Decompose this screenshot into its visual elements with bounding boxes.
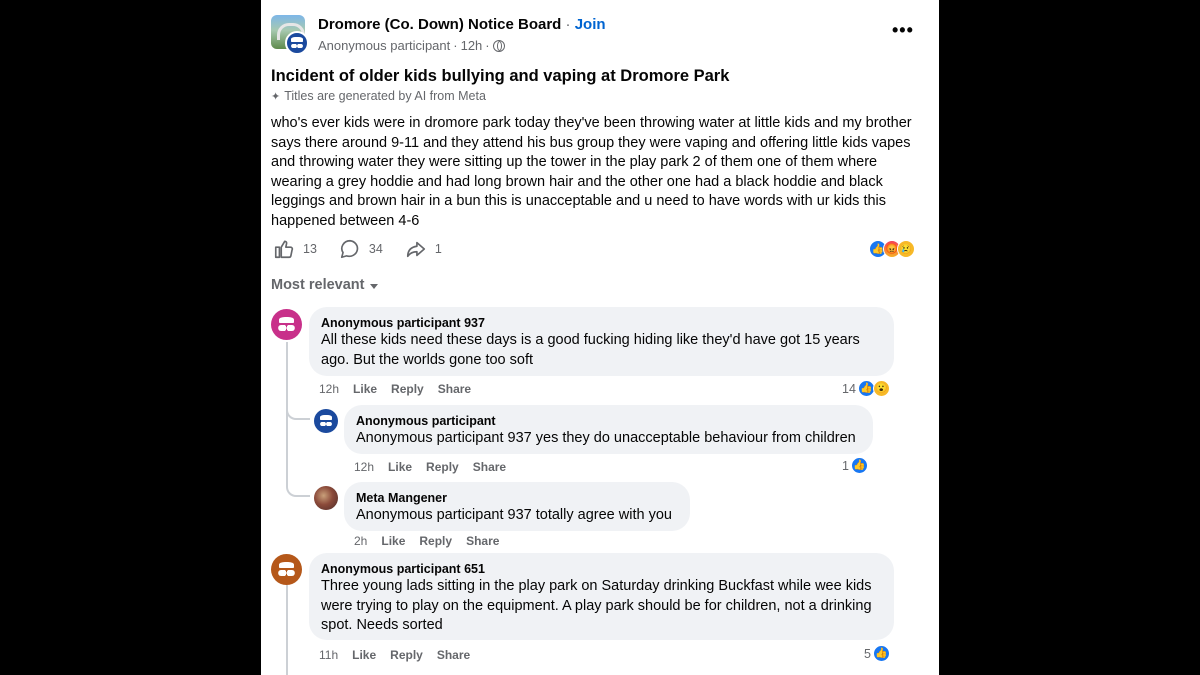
commenter-name[interactable]: Anonymous participant bbox=[356, 413, 861, 429]
thread-line bbox=[286, 585, 288, 675]
comment-bubble: Anonymous participant Anonymous particip… bbox=[344, 405, 873, 454]
comment-reply-button[interactable]: Reply bbox=[426, 460, 459, 474]
comment-like-button[interactable]: Like bbox=[353, 382, 377, 396]
comment-count: 34 bbox=[368, 242, 383, 256]
thread-connector bbox=[286, 400, 310, 420]
post-card: Dromore (Co. Down) Notice Board · Join A… bbox=[261, 0, 939, 675]
post-reactions[interactable]: 👍 😡 😢 bbox=[869, 240, 915, 258]
commenter-avatar[interactable] bbox=[271, 309, 302, 340]
comment-actions: 2h Like Reply Share bbox=[354, 534, 499, 548]
comment-bubble: Meta Mangener Anonymous participant 937 … bbox=[344, 482, 690, 531]
thumbs-up-icon bbox=[274, 240, 294, 259]
like-reaction-icon: 👍 bbox=[872, 645, 890, 662]
comment-text: Three young lads sitting in the play par… bbox=[321, 578, 872, 634]
like-count: 13 bbox=[303, 242, 317, 256]
comment-actions: 11h Like Reply Share bbox=[319, 648, 470, 662]
comment-share-button[interactable]: Share bbox=[438, 382, 471, 396]
commenter-name[interactable]: Meta Mangener bbox=[356, 490, 678, 506]
anonymous-icon bbox=[319, 414, 333, 428]
comment-reply-button[interactable]: Reply bbox=[391, 382, 424, 396]
comment-share-button[interactable]: Share bbox=[437, 648, 470, 662]
thread-connector bbox=[286, 460, 310, 497]
post-meta: Anonymous participant · 12h · bbox=[318, 38, 505, 53]
ai-title-note: ✦ Titles are generated by AI from Meta bbox=[271, 89, 486, 103]
comment-like-button[interactable]: Like bbox=[381, 534, 405, 548]
comment-reply-button[interactable]: Reply bbox=[419, 534, 452, 548]
anonymous-avatar-icon bbox=[285, 31, 309, 55]
post-body: who's ever kids were in dromore park tod… bbox=[271, 115, 912, 229]
sort-dropdown[interactable]: Most relevant bbox=[271, 277, 379, 293]
share-button[interactable]: 1 bbox=[405, 238, 442, 260]
comment-reply-button[interactable]: Reply bbox=[390, 648, 423, 662]
comment-text: Anonymous participant 937 yes they do un… bbox=[356, 430, 856, 446]
post-author: Anonymous participant bbox=[318, 38, 451, 53]
group-name-link[interactable]: Dromore (Co. Down) Notice Board bbox=[318, 16, 561, 33]
comment-reactions[interactable]: 1 👍 bbox=[842, 457, 868, 474]
commenter-avatar[interactable] bbox=[314, 486, 338, 510]
comment-like-button[interactable]: Like bbox=[352, 648, 376, 662]
comment-time[interactable]: 12h bbox=[319, 382, 339, 396]
sad-reaction-icon: 😢 bbox=[897, 240, 915, 258]
anonymous-icon bbox=[277, 315, 296, 334]
more-options-button[interactable]: ••• bbox=[892, 20, 914, 41]
globe-icon bbox=[492, 39, 505, 52]
group-header: Dromore (Co. Down) Notice Board · Join bbox=[318, 16, 606, 33]
comment-bubble: Anonymous participant 651 Three young la… bbox=[309, 553, 894, 640]
comment-share-button[interactable]: Share bbox=[473, 460, 506, 474]
comment-actions: 12h Like Reply Share bbox=[319, 382, 471, 396]
post-actions: 13 34 1 bbox=[273, 238, 464, 260]
commenter-avatar[interactable] bbox=[314, 409, 338, 433]
group-avatar[interactable] bbox=[271, 15, 309, 55]
commenter-name[interactable]: Anonymous participant 937 bbox=[321, 315, 882, 331]
comment-text: Anonymous participant 937 totally agree … bbox=[356, 507, 672, 523]
comment-actions: 12h Like Reply Share bbox=[354, 460, 506, 474]
comment-text: All these kids need these days is a good… bbox=[321, 332, 860, 368]
share-count: 1 bbox=[434, 242, 442, 256]
comment-button[interactable]: 34 bbox=[339, 238, 383, 260]
comment-time[interactable]: 2h bbox=[354, 534, 367, 548]
comment-bubble: Anonymous participant 937 All these kids… bbox=[309, 307, 894, 376]
sparkle-icon: ✦ bbox=[271, 90, 281, 103]
comment-share-button[interactable]: Share bbox=[466, 534, 499, 548]
like-reaction-icon: 👍 bbox=[850, 457, 868, 474]
post-time[interactable]: 12h bbox=[461, 38, 483, 53]
comment-reactions[interactable]: 5 👍 bbox=[864, 645, 890, 662]
commenter-avatar[interactable] bbox=[271, 554, 302, 585]
post-title: Incident of older kids bullying and vapi… bbox=[271, 67, 730, 85]
comment-time[interactable]: 11h bbox=[319, 648, 338, 662]
wow-reaction-icon: 😮 bbox=[872, 380, 890, 397]
comment-like-button[interactable]: Like bbox=[388, 460, 412, 474]
comment-icon bbox=[340, 239, 359, 259]
caret-down-icon bbox=[370, 284, 379, 289]
anonymous-icon bbox=[277, 560, 296, 579]
comment-time[interactable]: 12h bbox=[354, 460, 374, 474]
join-link[interactable]: Join bbox=[575, 16, 606, 33]
share-icon bbox=[406, 241, 425, 258]
like-button[interactable]: 13 bbox=[273, 238, 317, 260]
comment-reactions[interactable]: 14 👍 😮 bbox=[842, 380, 890, 397]
commenter-name[interactable]: Anonymous participant 651 bbox=[321, 561, 882, 577]
